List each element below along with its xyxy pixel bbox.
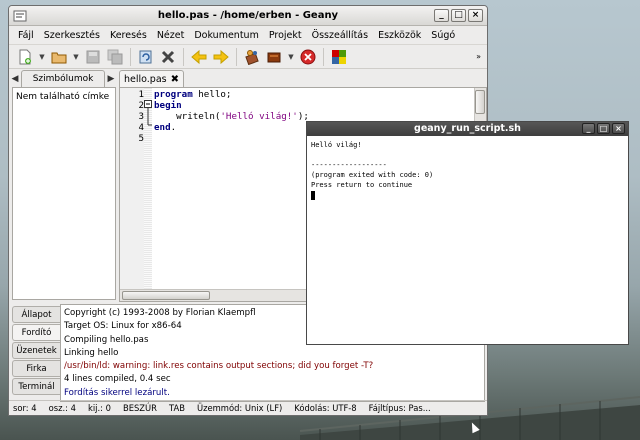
revert-icon[interactable] xyxy=(136,47,156,67)
statusbar: sor: 4 osz.: 4 kij.: 0 BESZÚR TAB Üzemmó… xyxy=(9,400,487,415)
code-line: 2 begin xyxy=(138,100,309,111)
close-file-icon[interactable] xyxy=(158,47,178,67)
stop-icon[interactable] xyxy=(298,47,318,67)
code-token: begin xyxy=(154,100,182,111)
code-text: 1 program hello; 2 begin 3 writeln('Helló vi… xyxy=(138,89,309,144)
no-tags-label: Nem található címke xyxy=(16,92,110,102)
terminal-output[interactable]: Helló világ! ------------------ (program… xyxy=(307,136,628,344)
save-all-icon[interactable] xyxy=(105,47,125,67)
tab-messages[interactable]: Üzenetek xyxy=(12,342,60,359)
tab-hello-pas[interactable]: hello.pas ✖ xyxy=(119,70,185,87)
compile-icon[interactable] xyxy=(242,47,262,67)
terminal-window: geany_run_script.sh _ □ × Helló világ! -… xyxy=(306,121,629,345)
editor-tab-label: hello.pas xyxy=(124,73,167,85)
terminal-cursor xyxy=(311,190,315,200)
status-line: sor: 4 xyxy=(13,403,37,413)
menu-project[interactable]: Projekt xyxy=(264,30,307,41)
terminal-titlebar[interactable]: geany_run_script.sh _ □ × xyxy=(307,122,628,136)
vertical-scroll-thumb[interactable] xyxy=(475,90,485,114)
code-token: 'Helló világ!' xyxy=(220,111,298,122)
menu-edit[interactable]: Szerkesztés xyxy=(39,30,105,41)
menu-help[interactable]: Súgó xyxy=(426,30,460,41)
code-line: 5 xyxy=(138,133,309,144)
line-number: 2 xyxy=(138,100,144,111)
open-folder-icon[interactable] xyxy=(49,47,69,67)
new-file-icon[interactable] xyxy=(15,47,35,67)
terminal-close-button[interactable]: × xyxy=(612,123,625,134)
terminal-line: (program exited with code: 0) xyxy=(311,171,434,179)
toolbar: ▼ ▼ ▼ » xyxy=(9,45,487,69)
status-eol-mode: Üzemmód: Unix (LF) xyxy=(196,403,283,413)
tab-status[interactable]: Állapot xyxy=(12,306,60,323)
tab-symbols[interactable]: Szimbólumok xyxy=(21,70,105,87)
symbol-list[interactable]: Nem található címke xyxy=(12,87,116,300)
line-number: 4 xyxy=(138,122,144,133)
menu-build[interactable]: Összeállítás xyxy=(307,30,373,41)
build-icon[interactable] xyxy=(264,47,284,67)
menu-file[interactable]: Fájl xyxy=(13,30,39,41)
menu-search[interactable]: Keresés xyxy=(105,30,152,41)
save-icon[interactable] xyxy=(83,47,103,67)
code-token: program xyxy=(154,89,193,100)
close-tab-icon[interactable]: ✖ xyxy=(171,74,179,85)
menu-view[interactable]: Nézet xyxy=(152,30,190,41)
status-selection: kij.: 0 xyxy=(87,403,111,413)
tab-compiler[interactable]: Fordító xyxy=(12,324,60,341)
tab-terminal[interactable]: Terminál xyxy=(12,378,60,395)
status-filetype: Fájltípus: Pas... xyxy=(368,403,431,413)
code-line: 1 program hello; xyxy=(138,89,309,100)
status-indent: TAB xyxy=(169,403,185,413)
maximize-button[interactable]: □ xyxy=(451,9,466,22)
compiler-message[interactable]: 4 lines compiled, 0.4 sec xyxy=(64,373,481,386)
minimize-button[interactable]: _ xyxy=(434,9,449,22)
compiler-message[interactable]: Fordítás sikerrel lezárult. xyxy=(64,387,481,400)
fold-marker-icon[interactable] xyxy=(144,100,152,130)
code-token: hello; xyxy=(192,89,232,100)
code-token: end xyxy=(154,122,171,133)
status-encoding: Kódolás: UTF-8 xyxy=(294,403,357,413)
line-number: 1 xyxy=(138,89,144,100)
code-line: 4 end. xyxy=(138,122,309,133)
menubar: Fájl Szerkesztés Keresés Nézet Dokumentu… xyxy=(9,26,487,45)
color-chooser-icon[interactable] xyxy=(329,47,349,67)
code-line: 3 writeln('Helló világ!'); xyxy=(138,111,308,122)
toolbar-overflow-icon[interactable]: » xyxy=(476,52,481,61)
sidebar-scroll-right-icon[interactable]: ▶ xyxy=(105,74,117,84)
back-arrow-icon[interactable] xyxy=(189,47,209,67)
compiler-message[interactable]: /usr/bin/ld: warning: link.res contains … xyxy=(64,360,481,373)
terminal-minimize-button[interactable]: _ xyxy=(582,123,595,134)
line-number: 3 xyxy=(138,111,144,122)
window-titlebar[interactable]: hello.pas - /home/erben - Geany _ □ × xyxy=(9,6,487,26)
sidebar-scroll-left-icon[interactable]: ◀ xyxy=(9,74,21,84)
new-file-dropdown-icon[interactable]: ▼ xyxy=(37,53,47,61)
line-number: 5 xyxy=(138,133,144,144)
geany-app-icon xyxy=(13,10,27,22)
terminal-line: Helló világ! xyxy=(311,141,362,149)
status-column: osz.: 4 xyxy=(48,403,76,413)
terminal-maximize-button[interactable]: □ xyxy=(597,123,610,134)
terminal-line: Press return to continue xyxy=(311,181,413,189)
tab-scribble[interactable]: Firka xyxy=(12,360,60,377)
terminal-line: ------------------ xyxy=(311,161,387,169)
menu-document[interactable]: Dokumentum xyxy=(189,30,263,41)
terminal-title: geany_run_script.sh xyxy=(414,123,521,134)
window-title: hello.pas - /home/erben - Geany xyxy=(157,10,339,21)
horizontal-scroll-thumb[interactable] xyxy=(122,291,210,300)
forward-arrow-icon[interactable] xyxy=(211,47,231,67)
code-token: . xyxy=(170,122,177,133)
build-dropdown-icon[interactable]: ▼ xyxy=(286,53,296,61)
status-insert-mode: BESZÚR xyxy=(122,403,157,413)
compiler-message[interactable]: Linking hello xyxy=(64,347,481,360)
open-file-dropdown-icon[interactable]: ▼ xyxy=(71,53,81,61)
close-window-button[interactable]: × xyxy=(468,9,483,22)
sidebar: ◀ Szimbólumok ▶ Nem található címke xyxy=(9,70,117,302)
code-token: writeln( xyxy=(154,111,221,122)
menu-tools[interactable]: Eszközök xyxy=(373,30,426,41)
